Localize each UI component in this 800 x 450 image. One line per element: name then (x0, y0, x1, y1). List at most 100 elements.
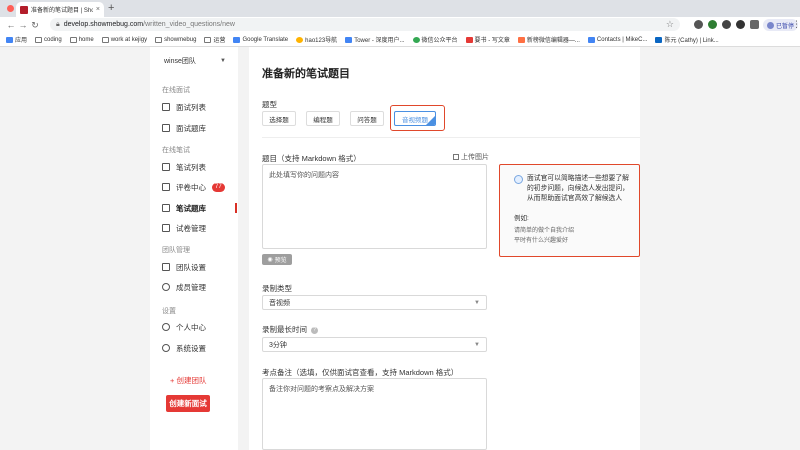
bookmarks-bar: 应用 coding home work at kejigy showmebug … (0, 33, 800, 47)
tab-close-icon[interactable]: × (96, 6, 100, 13)
page-title: 准备新的笔试题目 (262, 68, 350, 80)
sidebar-item-interview-bank[interactable]: 面试题库 (162, 122, 238, 134)
translate-icon (233, 36, 241, 43)
bookmark-item[interactable]: 陈元 (Cathy) | Link... (655, 35, 719, 44)
sidebar-item-written-list[interactable]: 笔试列表 (162, 161, 238, 173)
create-team-link[interactable]: + 创建团队 (170, 375, 206, 386)
extension-icon[interactable] (722, 20, 731, 29)
question-textarea[interactable]: 此处填写你的问题内容 (262, 164, 487, 249)
bookmark-item[interactable]: 应用 (6, 35, 27, 44)
max-duration-select[interactable]: 3分钟 ▼ (262, 337, 487, 352)
bookmark-item[interactable]: showmebug (155, 36, 196, 43)
bookmark-item[interactable]: Google Translate (233, 36, 288, 43)
bookmark-item[interactable]: coding (35, 36, 62, 43)
close-window-icon[interactable] (7, 5, 14, 12)
extension-icon[interactable] (708, 20, 717, 29)
bookmark-item[interactable]: home (69, 36, 94, 43)
upload-image-button[interactable]: 上传图片 (453, 152, 489, 162)
sidebar-item-paper-manage[interactable]: 试卷管理 (162, 222, 238, 234)
tip-example: 平时有什么兴趣爱好 (514, 238, 569, 244)
question-label: 题目（支持 Markdown 格式） (262, 154, 361, 163)
eye-icon: ◉ (267, 257, 273, 263)
apps-icon (6, 36, 13, 43)
bank-icon (162, 124, 170, 132)
bookmark-star-icon[interactable]: ☆ (666, 18, 674, 31)
help-icon[interactable]: ? (311, 326, 318, 334)
bookmark-item[interactable]: 要书 - 写文章 (465, 35, 510, 44)
upload-label: 上传图片 (461, 154, 489, 161)
note-label: 考点备注（选填，仅供面试官查看，支持 Markdown 格式） (262, 368, 459, 377)
browser-menu-icon[interactable]: ⋮ (792, 19, 800, 30)
browser-tab-bar: 准备新的笔试题目 | ShowMeBu... × + (0, 0, 800, 17)
avatar (767, 21, 774, 29)
sidebar-item-review-center[interactable]: 评卷中心 77 (162, 181, 238, 193)
bookmark-label: hao123导航 (305, 38, 338, 44)
extensions-puzzle-icon[interactable] (750, 20, 759, 29)
bookmark-item[interactable]: Tower - 深度用户... (345, 35, 405, 44)
sidebar-item-label: 个人中心 (176, 322, 206, 332)
tab-title: 准备新的笔试题目 | ShowMeBu... (31, 8, 93, 14)
reload-icon[interactable]: ↻ (29, 20, 41, 31)
bookmark-label: Tower - 深度用户... (354, 38, 405, 44)
bookmark-item[interactable]: 新榜微信编辑器—... (517, 35, 580, 44)
record-type-select[interactable]: 音视频 ▼ (262, 295, 487, 310)
bookmark-label: home (78, 36, 94, 43)
chevron-down-icon: ▼ (474, 341, 480, 348)
type-option-choice[interactable]: 选择题 (262, 111, 296, 126)
bookmark-item[interactable]: work at kejigy (101, 36, 147, 43)
type-option-coding[interactable]: 编程题 (306, 111, 340, 126)
sidebar-item-label: 试卷管理 (176, 223, 206, 233)
image-icon (453, 154, 459, 160)
sidebar: winse团队 ▼ 在线面试 面试列表 面试题库 在线笔试 笔试列表 评卷中心 … (150, 47, 238, 450)
note-textarea[interactable]: 备注你对问题的考察点及解决方案 (262, 378, 487, 450)
sidebar-item-written-bank[interactable]: 笔试题库 (162, 202, 238, 214)
new-tab-icon[interactable]: + (108, 3, 114, 14)
user-icon (162, 323, 170, 331)
sidebar-item-interview-list[interactable]: 面试列表 (162, 101, 238, 113)
sidebar-item-profile[interactable]: 个人中心 (162, 321, 238, 333)
browser-tab[interactable]: 准备新的笔试题目 | ShowMeBu... × (16, 2, 104, 17)
sidebar-item-system-settings[interactable]: 系统设置 (162, 342, 238, 354)
linkedin-icon (655, 36, 663, 43)
type-option-qa[interactable]: 问答题 (350, 111, 384, 126)
url-path: /written_video_questions/new (143, 21, 235, 28)
team-select[interactable]: winse团队 ▼ (158, 53, 232, 69)
bookmark-item[interactable]: 微信公众平台 (412, 35, 458, 44)
back-icon[interactable]: ← (5, 20, 17, 30)
extension-icon[interactable] (736, 20, 745, 29)
folder-icon (155, 36, 163, 43)
contacts-icon (587, 36, 595, 43)
preview-button[interactable]: ◉ 预览 (262, 254, 292, 265)
bookmark-item[interactable]: Contacts | MikeC... (587, 36, 647, 43)
wechat-icon (412, 36, 420, 43)
jianshu-icon (465, 36, 473, 43)
type-option-label: 问答题 (357, 116, 377, 124)
section-title-written: 在线笔试 (162, 147, 190, 154)
sidebar-item-team-settings[interactable]: 团队设置 (162, 261, 238, 273)
window-controls[interactable] (7, 5, 14, 12)
max-duration-value: 3分钟 (269, 341, 287, 349)
record-type-label: 录制类型 (262, 284, 292, 293)
cube-icon (162, 263, 170, 271)
forward-icon[interactable]: → (17, 20, 29, 30)
create-interview-button[interactable]: 创建新面试 (166, 395, 210, 412)
folder-icon (35, 36, 43, 43)
question-placeholder: 此处填写你的问题内容 (269, 172, 339, 179)
tower-icon (345, 36, 353, 43)
section-title-settings: 设置 (162, 308, 176, 315)
list-icon (162, 103, 170, 111)
folder-icon (204, 36, 212, 43)
team-name: winse团队 (164, 58, 196, 65)
chevron-down-icon: ▼ (474, 299, 480, 306)
bookmark-item[interactable]: hao123导航 (296, 35, 337, 44)
sidebar-item-member-manage[interactable]: 成员管理 (162, 281, 238, 293)
max-duration-text: 录制最长时间 (262, 325, 307, 334)
browser-toolbar: ← → ↻ 🔒︎ develop.showmebug.com/written_v… (0, 17, 800, 33)
address-bar[interactable]: 🔒︎ develop.showmebug.com/written_video_q… (50, 18, 680, 31)
bookmark-label: 陈元 (Cathy) | Link... (664, 38, 719, 44)
url-text: develop.showmebug.com/written_video_ques… (64, 21, 235, 28)
extension-icon[interactable] (694, 20, 703, 29)
lock-icon[interactable]: 🔒︎ (56, 21, 60, 29)
sidebar-item-label: 成员管理 (176, 282, 206, 292)
bookmark-item[interactable]: 运营 (204, 35, 225, 44)
